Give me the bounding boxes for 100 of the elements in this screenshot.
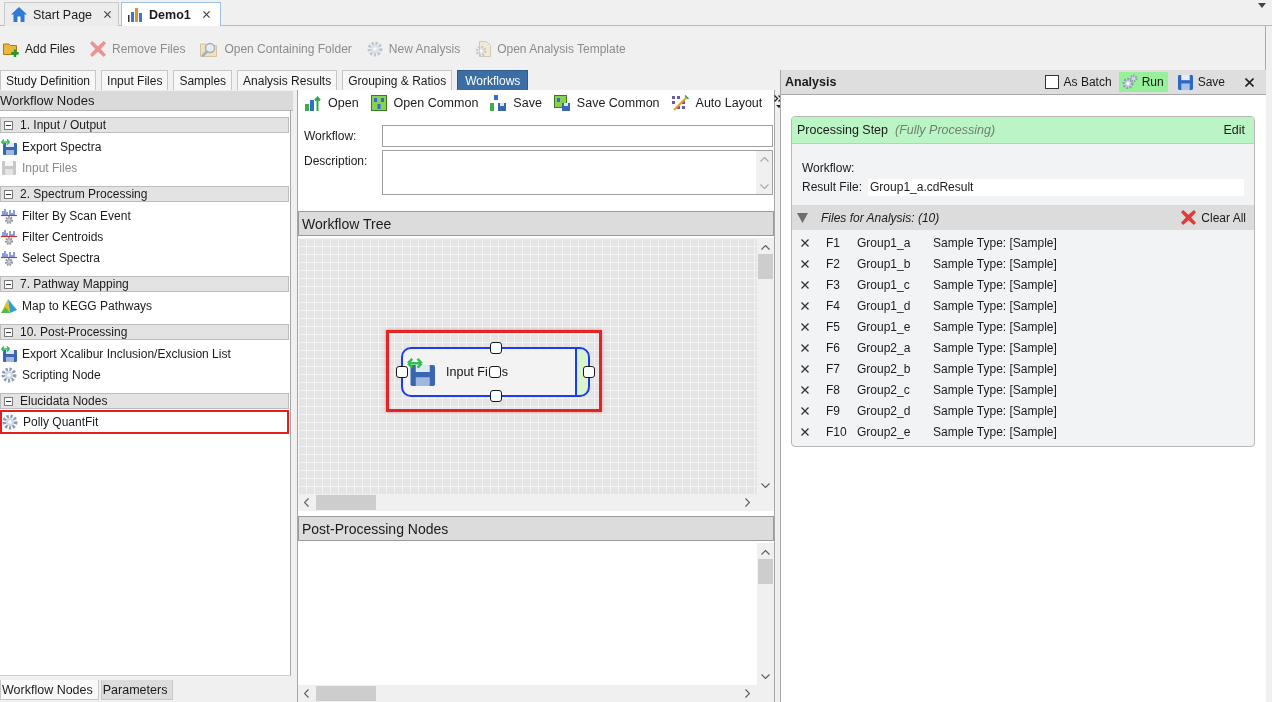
save-button[interactable]: Save (1177, 74, 1225, 90)
toolbar-button[interactable]: Save (490, 95, 542, 111)
cross-icon[interactable] (801, 322, 809, 331)
collapse-icon[interactable] (4, 120, 13, 130)
scroll-left-icon[interactable] (304, 689, 309, 698)
cross-icon (90, 41, 107, 57)
file-id: F5 (826, 319, 841, 334)
scrollbar-thumb[interactable] (758, 559, 773, 584)
resize-handle[interactable] (489, 390, 502, 402)
cross-icon[interactable] (801, 301, 809, 310)
document-tab[interactable]: Demo1 (121, 2, 221, 26)
folder-magnifier-icon (200, 41, 219, 57)
toolbar-button[interactable]: Auto Layout (671, 95, 763, 111)
vertical-scrollbar[interactable] (757, 238, 774, 494)
file-id: F8 (826, 382, 841, 397)
scroll-down-icon[interactable] (761, 483, 770, 488)
scroll-up-icon[interactable] (761, 245, 770, 250)
section-header: Workflow Tree (298, 211, 774, 236)
file-id: F4 (826, 298, 841, 313)
toolbar-button[interactable]: Add Files (3, 41, 76, 57)
scroll-right-icon[interactable] (745, 689, 750, 698)
checkbox[interactable] (1044, 75, 1059, 89)
study-tab[interactable]: Analysis Results (237, 70, 338, 90)
node-list-item[interactable]: Scripting Node (0, 364, 289, 385)
scroll-down-icon[interactable] (761, 674, 770, 679)
sample-type: Sample Type: [Sample] (933, 277, 1058, 292)
floppy-arrows-icon (407, 358, 435, 386)
vertical-scrollbar[interactable] (757, 543, 774, 685)
panel-tab[interactable]: Workflow Nodes (0, 680, 99, 700)
horizontal-scrollbar[interactable] (298, 494, 774, 511)
floppy-arrows-icon (1, 345, 17, 362)
horizontal-scrollbar[interactable] (298, 685, 774, 702)
node-list-item[interactable]: Polly QuantFit (0, 410, 289, 434)
run-button[interactable]: Run (1118, 72, 1168, 92)
cross-icon[interactable] (801, 385, 809, 394)
study-tab[interactable]: Study Definition (0, 70, 97, 90)
node-list-item[interactable]: Export Spectra (0, 136, 289, 157)
group-header[interactable]: 10. Post-Processing (0, 324, 289, 340)
clear-all-button[interactable]: Clear All (1181, 210, 1246, 225)
study-tab[interactable]: Workflows (457, 70, 529, 90)
collapse-icon[interactable] (4, 327, 13, 337)
group-header[interactable]: 1. Input / Output (0, 117, 289, 133)
collapse-icon[interactable] (4, 189, 13, 199)
scroll-left-icon[interactable] (304, 498, 309, 507)
node-list-item[interactable]: Map to KEGG Pathways (0, 295, 289, 316)
scrollbar-thumb[interactable] (316, 686, 376, 701)
panel-tab[interactable]: Parameters (100, 680, 174, 700)
toolbar-button[interactable]: Save Common (553, 95, 660, 111)
group-header[interactable]: Elucidata Nodes (0, 393, 289, 409)
bar-chart-icon (128, 7, 144, 22)
resize-handle[interactable] (489, 342, 502, 354)
resize-handle[interactable] (488, 366, 501, 378)
workflow-name-field[interactable] (382, 125, 773, 147)
toolbar-button[interactable]: Open Common (370, 95, 479, 111)
cross-icon[interactable] (801, 364, 809, 373)
toolbar-button[interactable]: Open (305, 95, 359, 111)
cross-icon[interactable] (801, 238, 809, 247)
scroll-up-icon[interactable] (761, 550, 770, 555)
sample-type: Sample Type: [Sample] (933, 235, 1058, 250)
file-id: F2 (826, 256, 841, 271)
close-icon[interactable] (1245, 77, 1254, 87)
collapse-triangle-icon[interactable] (797, 212, 808, 223)
study-tab[interactable]: Grouping & Ratios (342, 70, 453, 90)
collapse-icon[interactable] (4, 396, 13, 406)
study-tab[interactable]: Input Files (101, 70, 169, 90)
file-id: F1 (826, 235, 841, 250)
floppy-icon (1177, 74, 1193, 90)
node-list-item[interactable]: Filter Centroids (0, 226, 289, 247)
scrollbar-thumb[interactable] (758, 254, 773, 279)
close-icon[interactable] (202, 11, 210, 18)
node-list-item[interactable]: Select Spectra (0, 247, 289, 268)
checkbox-label[interactable]: As Batch (1063, 75, 1112, 89)
node-list-item[interactable]: Export Xcalibur Inclusion/Exclusion List (0, 343, 289, 364)
caret-down-icon[interactable] (1258, 3, 1266, 8)
study-tab[interactable]: Samples (173, 70, 233, 90)
scrollbar-thumb[interactable] (316, 495, 376, 510)
document-tab[interactable]: Start Page (4, 2, 120, 26)
document-gear-icon (475, 41, 492, 57)
cross-icon[interactable] (801, 280, 809, 289)
close-icon[interactable] (104, 11, 112, 18)
sample-type: Sample Type: [Sample] (933, 361, 1058, 376)
panel-header: Workflow Nodes (0, 91, 293, 111)
gear-icon (366, 41, 383, 57)
resize-handle[interactable] (583, 366, 595, 378)
node-label: s (501, 365, 508, 379)
cross-icon[interactable] (801, 427, 809, 436)
cross-icon[interactable] (801, 406, 809, 415)
resize-handle[interactable] (396, 366, 408, 378)
group-header[interactable]: 2. Spectrum Processing (0, 186, 289, 202)
cross-icon[interactable] (801, 259, 809, 268)
group-header[interactable]: 7. Pathway Mapping (0, 276, 289, 292)
collapse-icon[interactable] (4, 279, 13, 289)
hierarchy-floppy-icon (490, 95, 507, 111)
hierarchy-arrow-icon (305, 95, 321, 111)
node-list-item[interactable]: Filter By Scan Event (0, 205, 289, 226)
cross-icon[interactable] (801, 343, 809, 352)
scroll-right-icon[interactable] (745, 498, 750, 507)
card-title: Processing Step (797, 123, 889, 137)
edit-link[interactable]: Edit (1223, 123, 1245, 137)
result-file-field[interactable]: Group1_a.cdResult (868, 178, 1244, 196)
